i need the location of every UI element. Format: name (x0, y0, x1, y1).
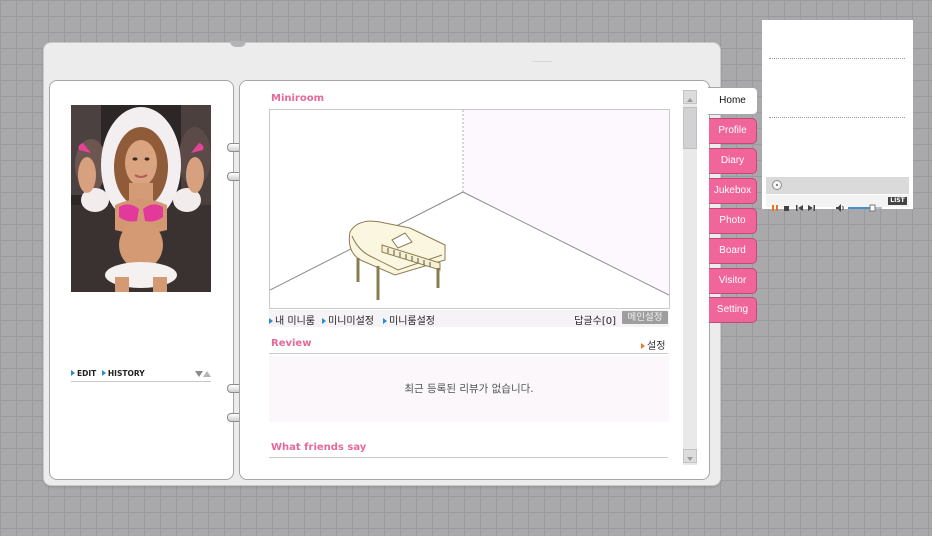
playlist-divider (769, 117, 905, 118)
binder-divider (532, 61, 552, 62)
content-scrollbar[interactable] (683, 90, 697, 465)
scroll-down-arrow[interactable] (683, 449, 697, 463)
tab-profile[interactable]: Profile (709, 118, 757, 144)
reply-count: 답글수[0] (574, 316, 616, 327)
tab-setting[interactable]: Setting (709, 297, 757, 323)
player-controls: LIST (766, 195, 909, 212)
bullet-arrow-icon (322, 318, 326, 324)
friends-title: What friends say (271, 442, 367, 453)
review-setting-link[interactable]: 설정 (641, 337, 665, 352)
tab-visitor[interactable]: Visitor (709, 268, 757, 294)
history-link[interactable]: HISTORY (101, 369, 145, 378)
minimi-settings-link[interactable]: 미니미설정 (322, 312, 374, 327)
bullet-arrow-icon (71, 370, 75, 376)
profile-photo (71, 105, 211, 292)
prev-icon[interactable] (796, 197, 803, 211)
main-setting-button[interactable]: 메인설정 (622, 311, 668, 324)
miniroom-title: Miniroom (271, 93, 325, 104)
edit-history-bar: EDIT HISTORY (71, 369, 211, 382)
play-pause-icon[interactable] (772, 197, 779, 211)
cd-icon (772, 180, 782, 190)
now-playing-bar (766, 177, 909, 194)
music-player: LIST (762, 20, 913, 212)
review-empty-message: 최근 등록된 리뷰가 없습니다. (404, 383, 534, 395)
expand-collapse-icon[interactable] (195, 371, 211, 377)
review-title: Review (271, 338, 312, 349)
miniroom-settings-link[interactable]: 미니룸설정 (383, 312, 435, 327)
review-divider (269, 353, 668, 354)
bullet-arrow-icon (383, 318, 387, 324)
next-icon[interactable] (808, 197, 815, 211)
piano-icon[interactable] (348, 220, 446, 300)
playlist-divider (769, 58, 905, 59)
bullet-arrow-icon (641, 343, 645, 349)
review-list: 최근 등록된 리뷰가 없습니다. (269, 356, 669, 422)
tab-photo[interactable]: Photo (709, 208, 757, 234)
miniroom-canvas[interactable] (269, 109, 670, 309)
volume-slider[interactable] (848, 197, 883, 212)
tab-diary[interactable]: Diary (709, 148, 757, 174)
my-miniroom-link[interactable]: 내 미니룸 (269, 312, 315, 327)
stop-icon[interactable] (784, 197, 790, 211)
bullet-arrow-icon (101, 370, 106, 376)
binder-notch (230, 41, 246, 47)
tab-home[interactable]: Home (708, 87, 758, 115)
scroll-thumb[interactable] (683, 107, 697, 149)
tab-jukebox[interactable]: Jukebox (709, 178, 757, 204)
friends-divider (269, 457, 668, 458)
playlist-button[interactable]: LIST (888, 197, 907, 205)
edit-link[interactable]: EDIT (71, 369, 96, 378)
bullet-arrow-icon (269, 318, 273, 324)
scroll-up-arrow[interactable] (683, 90, 697, 104)
volume-icon[interactable] (836, 197, 845, 212)
miniroom-toolbar: 내 미니룸 미니미설정 미니룸설정 답글수[0] 메인설정 (269, 310, 669, 327)
tab-board[interactable]: Board (709, 238, 757, 264)
